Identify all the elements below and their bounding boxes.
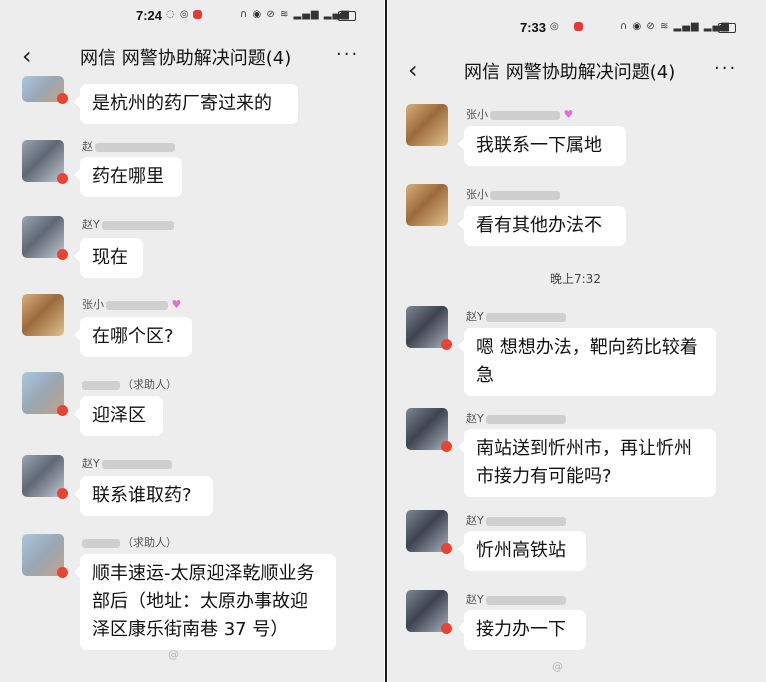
notification-dot-icon [193, 10, 202, 19]
more-dots-icon[interactable]: ··· [714, 58, 737, 79]
status-indicator-icons: ◎ [550, 21, 560, 32]
chat-screen-left: 7:24 ◌ ◎ ∩ ◉ ⊘ ≋ ▂▄▆ ▂▄▆ ‹ 网信 网警协助解决问题(4… [0, 0, 384, 682]
avatar-badge-icon [441, 441, 452, 452]
avatar[interactable] [406, 408, 452, 452]
avatar[interactable] [406, 510, 452, 554]
message-bubble: 接力办一下 [458, 610, 586, 650]
sender-name: 赵Y [82, 216, 174, 232]
chat-title: 网信 网警协助解决问题(4) [80, 48, 292, 69]
message-bubble: 是杭州的药厂寄过来的 [74, 84, 298, 124]
message-bubble: 顺丰速运-太原迎泽乾顺业务部后（地址：太原办事故迎泽区康乐街南巷 37 号） [74, 554, 336, 650]
status-indicator-icons: ◌ ◎ [166, 9, 190, 20]
status-bar: 7:33 ◎ ∩ ◉ ⊘ ≋ ▂▄▆ ▂▄▆ [388, 0, 766, 35]
screenshot-collage: 7:24 ◌ ◎ ∩ ◉ ⊘ ≋ ▂▄▆ ▂▄▆ ‹ 网信 网警协助解决问题(4… [0, 0, 766, 682]
message-bubble: 南站送到忻州市，再让忻州市接力有可能吗? [458, 429, 716, 497]
chat-timestamp: 晚上7:32 [550, 272, 601, 286]
chat-title: 网信 网警协助解决问题(4) [464, 62, 676, 83]
more-dots-icon[interactable]: ··· [336, 44, 359, 65]
back-chevron-icon[interactable]: ‹ [22, 42, 32, 70]
message-bubble: 迎泽区 [74, 396, 163, 436]
sender-name: 张小 [466, 186, 560, 202]
avatar[interactable] [22, 76, 68, 104]
avatar-badge-icon [441, 339, 452, 350]
chat-screen-right: 7:33 ◎ ∩ ◉ ⊘ ≋ ▂▄▆ ▂▄▆ ‹ 网信 网警协助解决问题(4) … [388, 0, 766, 682]
avatar[interactable] [406, 104, 448, 146]
avatar-badge-icon [57, 93, 68, 104]
avatar-badge-icon [57, 173, 68, 184]
sender-name: 赵Y [82, 455, 172, 471]
message-bubble: 联系谁取药? [74, 476, 213, 516]
avatar-badge-icon [441, 543, 452, 554]
avatar[interactable] [22, 294, 64, 336]
status-time: 7:33 [520, 20, 547, 35]
status-time: 7:24 [136, 8, 163, 23]
message-bubble: 嗯 想想办法，靶向药比较着急 [458, 328, 716, 396]
avatar-badge-icon [441, 623, 452, 634]
message-bubble: 在哪个区? [74, 317, 192, 357]
avatar[interactable] [22, 140, 68, 184]
message-bubble: 我联系一下属地 [458, 126, 626, 166]
avatar[interactable] [406, 184, 448, 226]
status-bar: 7:24 ◌ ◎ ∩ ◉ ⊘ ≋ ▂▄▆ ▂▄▆ [0, 0, 384, 30]
avatar-badge-icon [57, 488, 68, 499]
watermark: @ [552, 660, 563, 673]
sender-name: 赵Y [466, 410, 566, 426]
avatar[interactable] [22, 216, 68, 260]
battery-icon [718, 23, 736, 33]
sender-name: （求助人） [82, 534, 177, 550]
sender-name: 赵 [82, 138, 175, 154]
message-bubble: 看有其他办法不 [458, 206, 626, 246]
avatar-badge-icon [57, 567, 68, 578]
sender-name: 赵Y [466, 591, 566, 607]
sender-name: 赵Y [466, 512, 566, 528]
avatar-badge-icon [57, 405, 68, 416]
sender-name: 赵Y [466, 308, 566, 324]
avatar[interactable] [406, 306, 452, 350]
watermark: @ [168, 648, 179, 661]
battery-icon [338, 11, 356, 21]
sender-name: 张小 ♥ [82, 298, 182, 311]
message-bubble: 现在 [74, 238, 143, 278]
network-icons: ∩ ◉ ⊘ ≋ ▂▄▆ ▂▄▆ [620, 21, 730, 32]
avatar[interactable] [22, 372, 68, 416]
notification-dot-icon [574, 22, 583, 31]
back-chevron-icon[interactable]: ‹ [408, 56, 418, 84]
sender-name: （求助人） [82, 376, 177, 392]
message-bubble: 药在哪里 [74, 157, 182, 197]
message-bubble: 忻州高铁站 [458, 531, 586, 571]
avatar[interactable] [22, 534, 68, 578]
sender-name: 张小 ♥ [466, 108, 574, 121]
avatar[interactable] [22, 455, 68, 499]
avatar[interactable] [406, 590, 452, 634]
avatar-badge-icon [57, 249, 68, 260]
network-icons: ∩ ◉ ⊘ ≋ ▂▄▆ ▂▄▆ [240, 9, 350, 20]
